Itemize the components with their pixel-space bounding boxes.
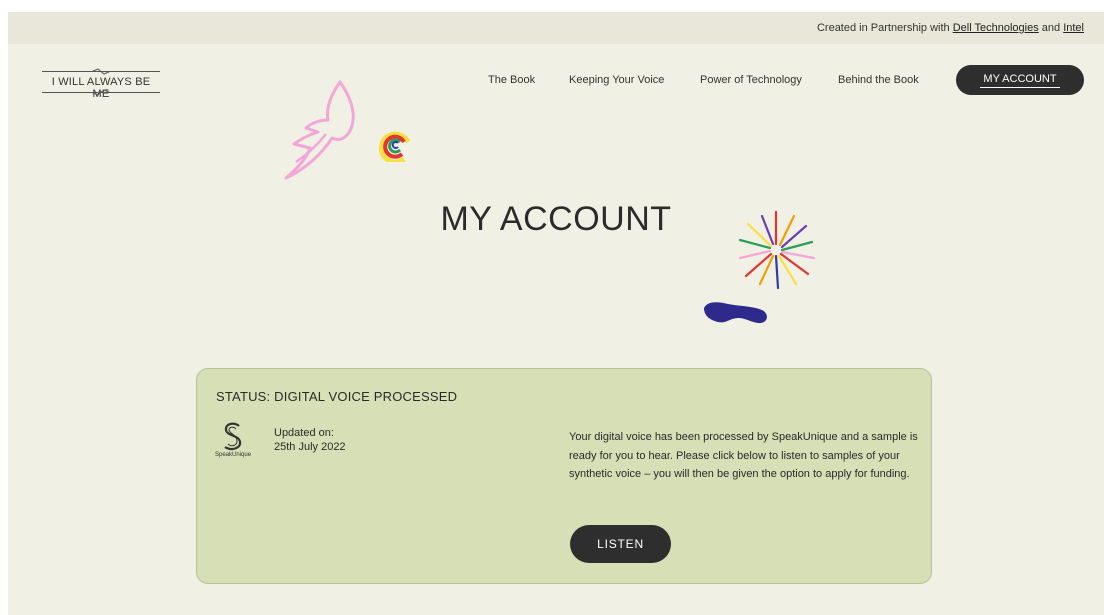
- speakunique-logo-icon: [224, 422, 242, 451]
- updated-label: Updated on:: [274, 427, 334, 439]
- my-account-label: MY ACCOUNT: [983, 73, 1057, 85]
- status-card: STATUS: DIGITAL VOICE PROCESSED SpeakUni…: [196, 368, 932, 584]
- status-description: Your digital voice has been processed by…: [569, 431, 918, 480]
- updated-info: Updated on: 25th July 2022: [274, 426, 346, 454]
- partnership-prefix: Created in Partnership with: [816, 22, 953, 34]
- intel-link[interactable]: Intel: [1063, 22, 1084, 34]
- site-logo[interactable]: I WILL ALWAYS BE ME: [42, 68, 160, 100]
- speakunique-name: SpeakUnique: [215, 452, 252, 458]
- my-account-underline: [980, 87, 1060, 88]
- starburst-icon: [738, 210, 816, 290]
- logo-ornament-top-icon: [92, 68, 110, 75]
- rainbow-icon: [378, 131, 411, 162]
- nav-keeping-your-voice[interactable]: Keeping Your Voice: [569, 74, 664, 86]
- page: Created in Partnership with Dell Technol…: [8, 12, 1104, 615]
- bird-icon: [284, 80, 355, 180]
- nav-the-book[interactable]: The Book: [488, 74, 535, 86]
- partnership-conj: and: [1038, 22, 1064, 34]
- partnership-text: Created in Partnership with Dell Technol…: [817, 22, 1084, 34]
- partnership-bar: Created in Partnership with Dell Technol…: [8, 12, 1104, 44]
- my-account-button[interactable]: MY ACCOUNT: [956, 65, 1084, 95]
- updated-date: 25th July 2022: [274, 441, 346, 453]
- dell-link[interactable]: Dell Technologies: [953, 22, 1039, 34]
- nav-behind-the-book[interactable]: Behind the Book: [838, 74, 919, 86]
- logo-ornament-bottom-icon: [92, 89, 110, 96]
- nav-power-of-technology[interactable]: Power of Technology: [700, 74, 802, 86]
- logo-text: I WILL ALWAYS BE ME: [51, 76, 151, 100]
- listen-button[interactable]: LISTEN: [570, 525, 671, 563]
- speakunique-logo: SpeakUnique: [215, 422, 251, 460]
- page-title: MY ACCOUNT: [440, 200, 672, 238]
- paint-stroke-icon: [704, 302, 767, 324]
- status-heading: STATUS: DIGITAL VOICE PROCESSED: [216, 389, 458, 404]
